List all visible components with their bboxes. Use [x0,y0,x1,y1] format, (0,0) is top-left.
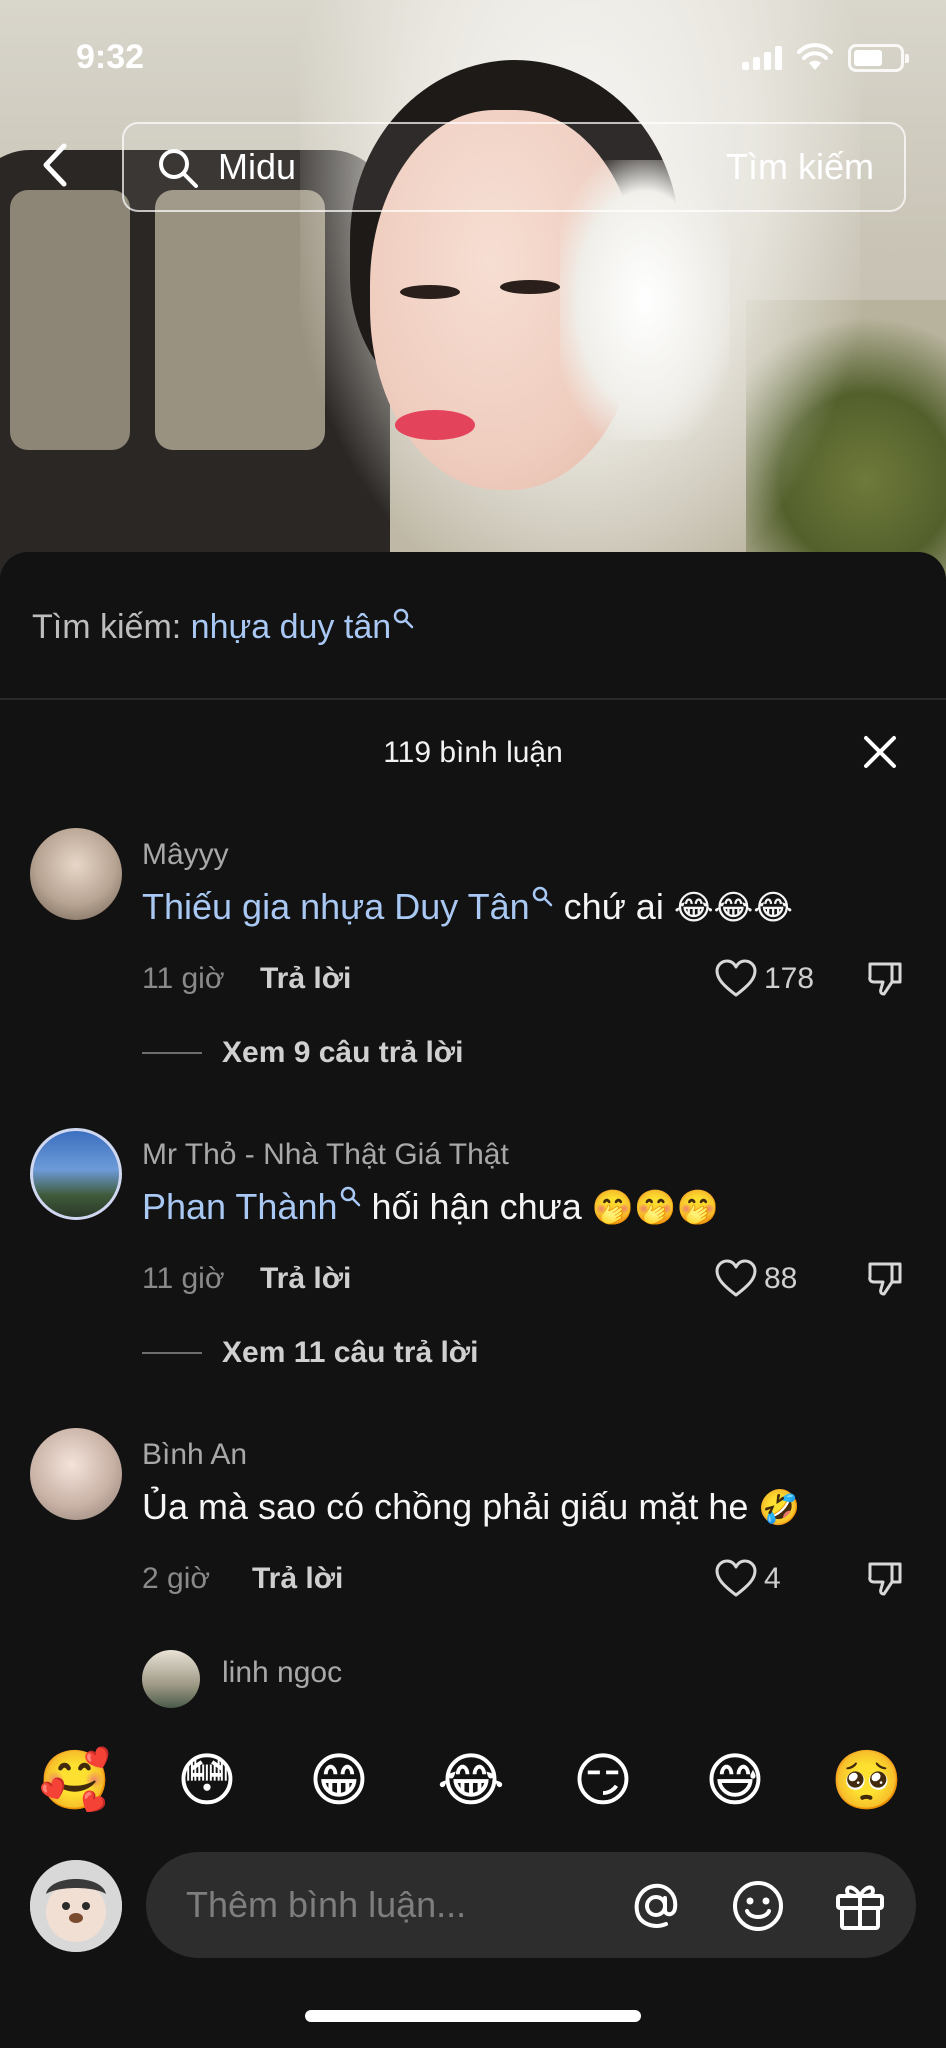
like-count: 88 [764,1262,798,1295]
status-time: 9:32 [76,38,145,76]
search-icon [340,1186,360,1207]
wifi-icon [797,43,833,70]
comment-input-placeholder: Thêm bình luận... [186,1884,467,1925]
divider [0,698,946,700]
my-avatar[interactable] [30,1860,122,1952]
search-submit-button[interactable]: Tìm kiếm [726,146,874,188]
comment-input[interactable]: Thêm bình luận... [146,1852,916,1958]
comment-count: 119 bình luận [383,736,563,769]
related-search-keyword[interactable]: nhựa duy tân [191,608,391,646]
home-indicator[interactable] [305,2010,641,2022]
reply-username[interactable]: linh ngoc [222,1656,342,1690]
back-arrow-icon[interactable] [36,140,76,190]
gift-icon[interactable] [832,1878,888,1934]
reply-button[interactable]: Trả lời [260,1262,351,1296]
reply-button[interactable]: Trả lời [252,1562,343,1596]
comment-username[interactable]: Bình An [142,1438,247,1472]
dislike-icon[interactable] [866,958,906,998]
emoji-button[interactable]: 😂 [434,1744,508,1818]
comment-search-link[interactable]: Thiếu gia nhựa Duy Tân [142,886,530,927]
avatar[interactable] [30,1428,122,1520]
emoji-button[interactable]: 🥺 [830,1744,904,1818]
cellular-signal-icon [742,46,784,70]
comment-time: 2 giờ [142,1562,211,1595]
emoji-button[interactable]: 😅 [698,1744,772,1818]
view-replies-button[interactable]: Xem 11 câu trả lời [222,1336,478,1370]
heart-icon[interactable] [714,1558,758,1598]
avatar[interactable] [30,828,122,920]
reply-button[interactable]: Trả lời [260,962,351,996]
comment-time: 11 giờ [142,962,225,995]
comment-input-row: Thêm bình luận... [0,1852,946,1962]
mention-icon[interactable] [628,1878,684,1934]
related-search[interactable]: Tìm kiếm: nhựa duy tân [32,608,415,647]
battery-icon [848,44,909,72]
comment-time: 11 giờ [142,1262,225,1295]
comment-emoji: 🤣 [758,1489,801,1527]
heart-icon[interactable] [714,1258,758,1298]
comment-username[interactable]: Mâyyy [142,838,229,872]
quick-emoji-bar: 🥰 😳 😁 😂 😏 😅 🥺 [0,1744,946,1824]
search-icon [159,149,198,188]
emoji-button[interactable]: 😁 [302,1744,376,1818]
view-replies-button[interactable]: Xem 9 câu trả lời [222,1036,463,1070]
like-count: 4 [764,1562,781,1595]
search-icon [393,608,414,629]
reply-item: linh ngoc [0,1646,946,1716]
emoji-button[interactable]: 😳 [170,1744,244,1818]
dislike-icon[interactable] [866,1258,906,1298]
emoji-button[interactable]: 😏 [566,1744,640,1818]
search-query[interactable]: Midu [218,146,296,188]
dislike-icon[interactable] [866,1558,906,1598]
related-search-label: Tìm kiếm: [32,608,182,646]
avatar[interactable] [30,1128,122,1220]
comment-text: Thiếu gia nhựa Duy Tân chứ ai 😂😂😂 [142,886,794,927]
close-icon[interactable] [860,732,900,772]
emoji-button[interactable]: 🥰 [38,1744,112,1818]
comment-emoji: 🤭🤭🤭 [591,1189,719,1227]
comment-text: Phan Thành hối hận chưa 🤭🤭🤭 [142,1186,719,1227]
avatar[interactable] [142,1650,200,1708]
comment-username[interactable]: Mr Thỏ - Nhà Thật Giá Thật [142,1138,509,1172]
comment-search-link[interactable]: Phan Thành [142,1186,338,1227]
like-count: 178 [764,962,815,995]
search-icon [532,886,552,907]
comment-emoji: 😂😂😂 [673,889,794,927]
status-bar: 9:32 [0,0,946,110]
emoji-picker-icon[interactable] [730,1878,786,1934]
view-replies-divider [142,1352,202,1354]
search-bar[interactable]: Midu Tìm kiếm [122,122,906,212]
comment-text: Ủa mà sao có chồng phải giấu mặt he 🤣 [142,1486,801,1527]
view-replies-divider [142,1052,202,1054]
heart-icon[interactable] [714,958,758,998]
